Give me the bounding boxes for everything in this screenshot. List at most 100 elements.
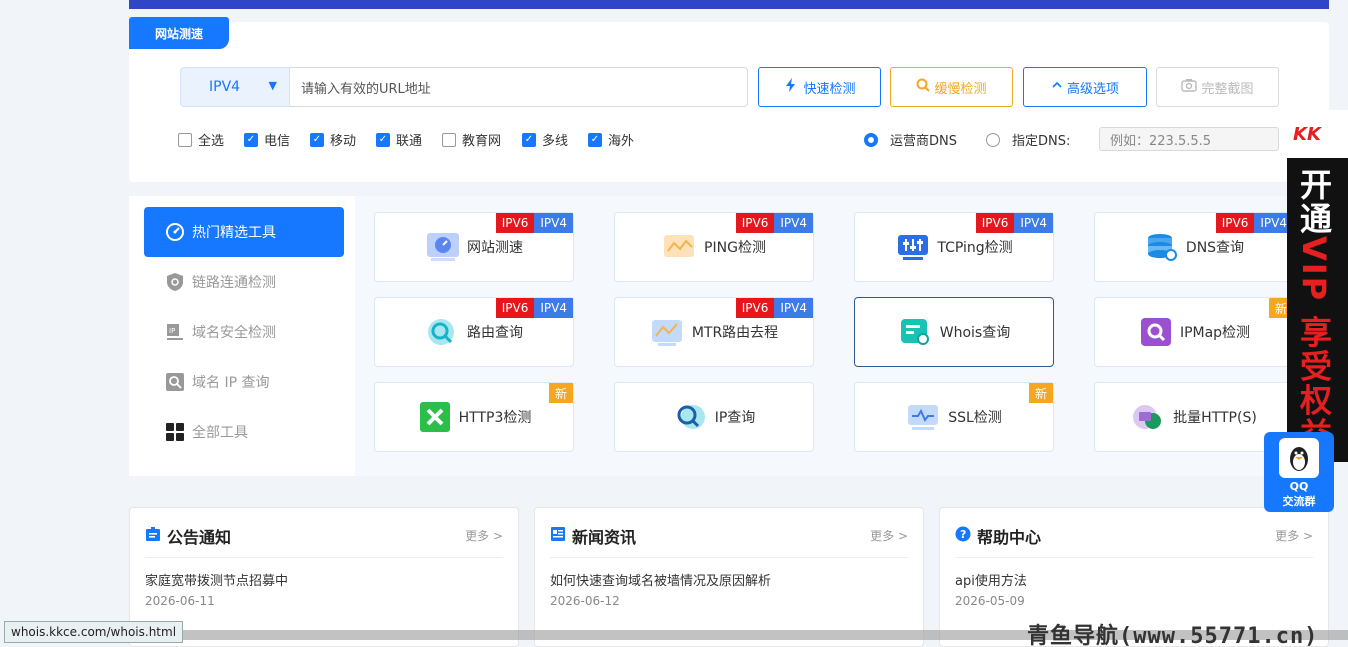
search-tab-label: 网站测速 <box>129 17 229 49</box>
isp-label: 电信 <box>264 134 291 149</box>
qq-group-label: 交流群 <box>1282 495 1316 508</box>
tool-label: MTR路由去程 <box>691 325 779 341</box>
search-box-icon <box>164 371 186 393</box>
ipv4-badge: IPV4 <box>774 213 813 233</box>
tool-badges: IPV6 IPV4 <box>735 213 813 233</box>
tool-mtr[interactable]: MTR路由去程 IPV6 IPV4 <box>614 297 814 367</box>
news-icon <box>550 526 566 546</box>
checkbox-checked-icon: ✓ <box>244 132 258 147</box>
isp-label: 全选 <box>198 134 225 149</box>
tool-badges: IPV6 IPV4 <box>495 298 573 318</box>
vip-ad-text-white: 开通 <box>1295 168 1333 236</box>
ipmap-icon <box>1138 314 1174 350</box>
tool-dns[interactable]: DNS查询 IPV6 IPV4 <box>1094 212 1294 282</box>
sidebar-item-domain-ip[interactable]: 域名 IP 查询 <box>144 357 344 407</box>
vip-ad-text: 开通VIP 享受权益 <box>1294 158 1334 451</box>
custom-dns-input[interactable]: 例如：223.5.5.5 <box>1099 127 1279 151</box>
panel-item-date: 2026-06-12 <box>550 594 620 608</box>
full-screenshot-label: 完整截图 <box>1201 81 1254 97</box>
panel-header: 新闻资讯 更多 > <box>550 526 908 558</box>
isp-label: 联通 <box>396 134 423 149</box>
isp-label: 海外 <box>608 134 635 149</box>
fast-check-button[interactable]: 快速检测 <box>758 67 881 107</box>
isp-checkbox-overseas[interactable]: ✓ 海外 <box>588 130 634 149</box>
dns-radio-custom[interactable]: 指定DNS: <box>986 130 1070 149</box>
isp-label: 移动 <box>330 134 357 149</box>
sidebar-item-link-check[interactable]: 链路连通检测 <box>144 257 344 307</box>
advanced-options-label: 高级选项 <box>1066 81 1119 97</box>
tool-label: PING检测 <box>704 240 766 256</box>
tool-ssl[interactable]: SSL检测 新 <box>854 382 1054 452</box>
ipv6-badge: IPV6 <box>735 213 775 233</box>
sidebar-item-all-tools[interactable]: 全部工具 <box>144 407 344 457</box>
isp-checkbox-multiline[interactable]: ✓ 多线 <box>522 130 568 149</box>
qq-group-button[interactable]: QQ 交流群 <box>1264 432 1334 512</box>
kkce-logo: KK <box>1287 110 1348 158</box>
tool-label: 路由查询 <box>467 325 523 341</box>
tool-label: DNS查询 <box>1185 240 1245 256</box>
vip-ad-text-red: VIP 享受权益 <box>1295 236 1333 452</box>
tool-label: IP查询 <box>714 410 756 426</box>
slow-check-button[interactable]: 缓慢检测 <box>890 67 1013 107</box>
tool-ping[interactable]: PING检测 IPV6 IPV4 <box>614 212 814 282</box>
new-badge: 新 <box>548 383 573 403</box>
tool-badges: IPV6 IPV4 <box>735 298 813 318</box>
vip-advertisement[interactable]: KK 开通VIP 享受权益 <box>1287 110 1348 462</box>
dns-option-label: 指定DNS: <box>1012 134 1071 149</box>
svg-text:?: ? <box>960 528 966 541</box>
tool-tcping[interactable]: TCPing检测 IPV6 IPV4 <box>854 212 1054 282</box>
panel-list-item[interactable]: api使用方法 <box>955 570 1027 589</box>
checkbox-checked-icon: ✓ <box>588 132 602 147</box>
isp-checkbox-all[interactable]: 全选 <box>178 130 224 149</box>
sidebar-item-label: 域名 IP 查询 <box>192 375 270 391</box>
isp-checkbox-education[interactable]: 教育网 <box>442 130 501 149</box>
panel-item-date: 2026-06-11 <box>145 594 215 608</box>
panel-announcements: 公告通知 更多 > 家庭宽带拨测节点招募中 2026-06-11 <box>129 507 519 647</box>
advanced-options-button[interactable]: 高级选项 <box>1023 67 1147 107</box>
tool-badges: IPV6 IPV4 <box>975 213 1053 233</box>
sidebar-item-domain-security[interactable]: IP 域名安全检测 <box>144 307 344 357</box>
panel-title: 公告通知 <box>167 527 232 547</box>
full-screenshot-button[interactable]: 完整截图 <box>1156 67 1279 107</box>
tool-whois[interactable]: Whois查询 <box>854 297 1054 367</box>
panel-news: 新闻资讯 更多 > 如何快速查询域名被墙情况及原因解析 2026-06-12 <box>534 507 924 647</box>
checkbox-icon <box>442 132 456 147</box>
isp-checkbox-telecom[interactable]: ✓ 电信 <box>244 130 290 149</box>
isp-checkbox-mobile[interactable]: ✓ 移动 <box>310 130 356 149</box>
tool-website-speed[interactable]: 网站测速 IPV6 IPV4 <box>374 212 574 282</box>
ip-search-icon <box>673 399 709 435</box>
panel-list-item[interactable]: 家庭宽带拨测节点招募中 <box>145 570 288 589</box>
radio-selected-icon <box>864 132 878 147</box>
tool-ip-lookup[interactable]: IP查询 <box>614 382 814 452</box>
mtr-icon <box>650 314 686 350</box>
tool-badges: IPV6 IPV4 <box>1215 213 1293 233</box>
http3-icon <box>417 399 453 435</box>
notice-icon <box>145 526 161 546</box>
more-link[interactable]: 更多 > <box>465 527 503 544</box>
url-input[interactable]: 请输入有效的URL地址 <box>289 67 748 107</box>
search-icon <box>916 78 931 96</box>
tool-http3[interactable]: HTTP3检测 新 <box>374 382 574 452</box>
status-bar-url: whois.kkce.com/whois.html <box>4 621 184 643</box>
protocol-select[interactable]: IPV4 ▼ <box>180 67 290 107</box>
ipv6-badge: IPV6 <box>495 213 535 233</box>
more-link[interactable]: 更多 > <box>1275 527 1313 544</box>
dns-radio-isp[interactable]: 运营商DNS <box>864 130 957 149</box>
panel-list-item[interactable]: 如何快速查询域名被墙情况及原因解析 <box>550 570 771 589</box>
isp-label: 教育网 <box>462 134 502 149</box>
ipv6-badge: IPV6 <box>495 298 535 318</box>
radio-icon <box>986 132 1000 147</box>
checkbox-icon <box>178 132 192 147</box>
grid-icon <box>164 421 186 443</box>
more-link[interactable]: 更多 > <box>870 527 908 544</box>
isp-checkbox-unicom[interactable]: ✓ 联通 <box>376 130 422 149</box>
isp-label: 多线 <box>542 134 569 149</box>
checkbox-checked-icon: ✓ <box>522 132 536 147</box>
sidebar-item-label: 热门精选工具 <box>192 225 276 241</box>
tool-ipmap[interactable]: IPMap检测 新 <box>1094 297 1294 367</box>
tool-route[interactable]: 路由查询 IPV6 IPV4 <box>374 297 574 367</box>
sidebar-item-hot-tools[interactable]: 热门精选工具 <box>144 207 344 257</box>
ipv6-badge: IPV6 <box>735 298 775 318</box>
chevron-down-icon: ▼ <box>268 79 277 92</box>
speed-icon <box>425 229 461 265</box>
